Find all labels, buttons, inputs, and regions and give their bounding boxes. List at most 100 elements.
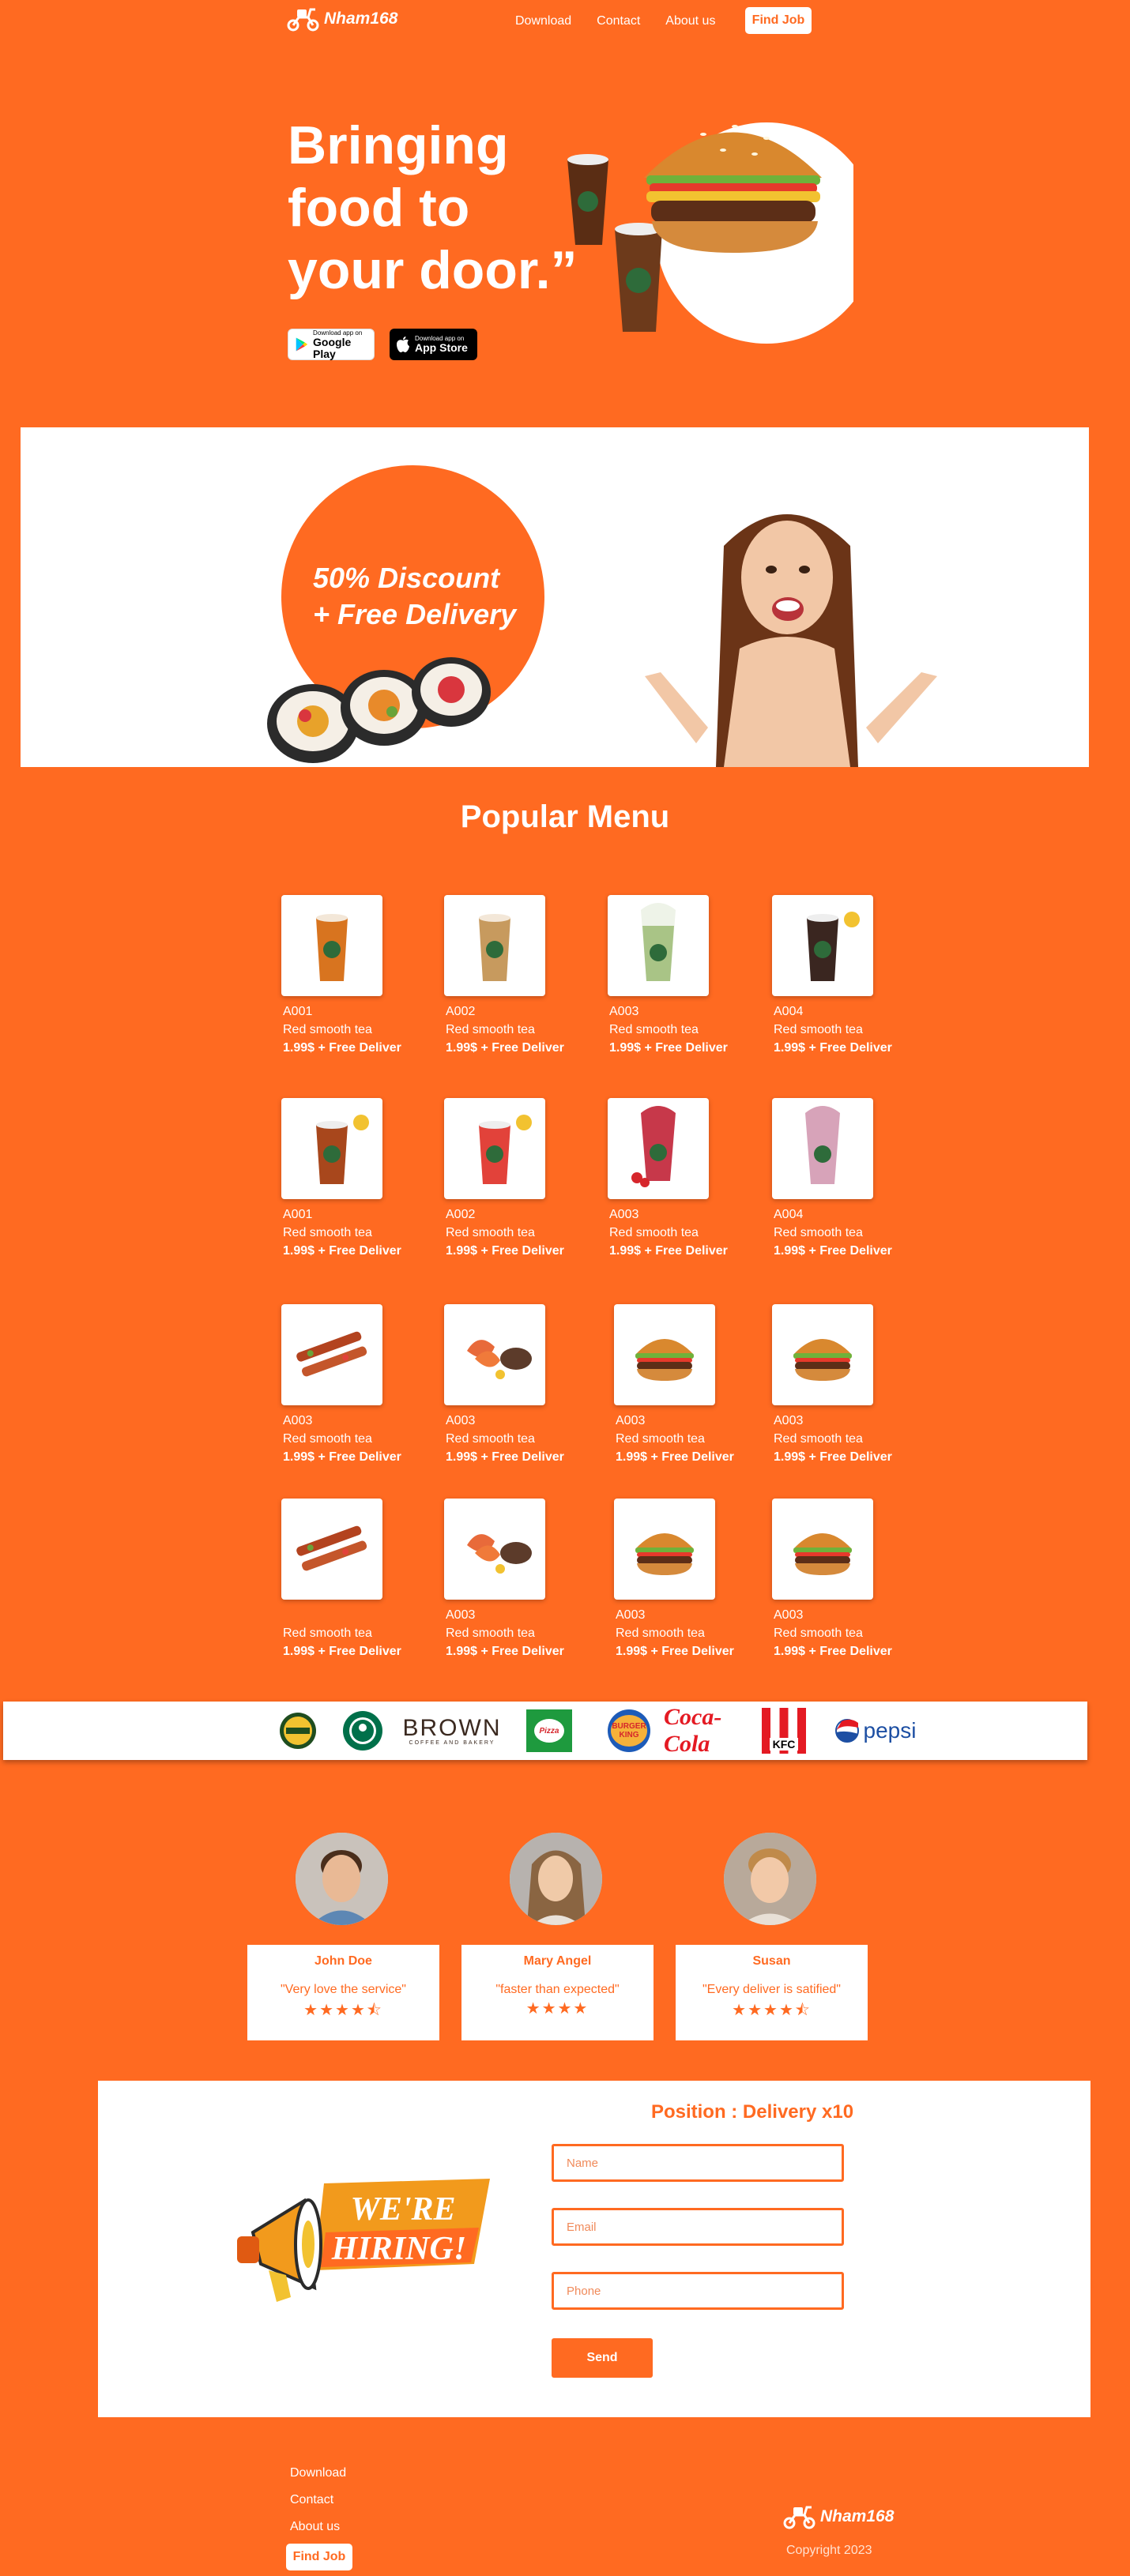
menu-item-name: Red smooth tea: [774, 1023, 863, 1036]
menu-item[interactable]: A001 Red smooth tea 1.99$ + Free Deliver: [281, 1098, 439, 1260]
brand-logo[interactable]: Nham168: [286, 5, 397, 33]
menu-item[interactable]: A003 Red smooth tea 1.99$ + Free Deliver: [608, 1098, 766, 1260]
hero-title-line: your door.”: [288, 240, 578, 300]
menu-item[interactable]: A003 Red smooth tea 1.99$ + Free Deliver: [444, 1499, 602, 1660]
star-rating-icon: ★★★★⯪: [732, 2002, 812, 2019]
promo-text: 50% Discount + Free Delivery: [313, 560, 516, 633]
coca-cola-logo[interactable]: Coca-Cola: [664, 1704, 751, 1757]
kfc-label: KFC: [769, 1738, 799, 1751]
aroma-amigos-logo[interactable]: [278, 1708, 318, 1754]
nav-contact[interactable]: Contact: [597, 14, 640, 28]
brand-logos-strip: BROWN COFFEE AND BAKERY Pizza BURGER KIN…: [3, 1702, 1087, 1760]
menu-item-image[interactable]: [281, 1304, 382, 1405]
bk-label: BURGER: [612, 1722, 646, 1731]
menu-item[interactable]: A003 Red smooth tea 1.99$ + Free Deliver: [772, 1499, 930, 1660]
menu-item-image[interactable]: [772, 895, 873, 996]
hero-burger-drinks-image: [567, 122, 853, 344]
skewers-icon: [296, 1525, 367, 1571]
iced-tea-green-icon: [641, 903, 676, 981]
brown-logo[interactable]: BROWN COFFEE AND BAKERY: [403, 1708, 500, 1754]
menu-item[interactable]: A003 Red smooth tea 1.99$ + Free Deliver: [614, 1304, 772, 1466]
menu-item-image[interactable]: [444, 1098, 545, 1199]
menu-item-image[interactable]: [772, 1098, 873, 1199]
promo-banner[interactable]: 50% Discount + Free Delivery: [21, 427, 1089, 767]
burger-king-logo[interactable]: BURGER KING: [607, 1708, 651, 1754]
footer-brand-logo[interactable]: Nham168: [782, 2503, 894, 2531]
menu-item-price: 1.99$ + Free Deliver: [283, 1450, 401, 1464]
pepsi-logo[interactable]: pepsi: [831, 1708, 920, 1754]
smoothie-pink-icon: [805, 1106, 840, 1184]
menu-item-code: A002: [446, 1005, 476, 1018]
menu-item-text: A003 Red smooth tea 1.99$ + Free Deliver: [281, 1412, 439, 1466]
menu-item-image[interactable]: [772, 1304, 873, 1405]
menu-item-image[interactable]: [614, 1499, 715, 1600]
top-nav: Nham168 Download Contact About us Find J…: [0, 0, 1130, 43]
footer-link-about[interactable]: About us: [290, 2514, 346, 2540]
footer-links: Download Contact About us: [290, 2460, 346, 2540]
menu-item-code: A001: [283, 1208, 313, 1221]
menu-item[interactable]: A004 Red smooth tea 1.99$ + Free Deliver: [772, 1098, 930, 1260]
menu-item-text: Red smooth tea 1.99$ + Free Deliver: [281, 1606, 439, 1660]
menu-item[interactable]: A002 Red smooth tea 1.99$ + Free Deliver: [444, 895, 602, 1057]
footer-find-job-button[interactable]: Find Job: [286, 2544, 352, 2570]
send-button[interactable]: Send: [552, 2338, 653, 2378]
menu-item[interactable]: A003 Red smooth tea 1.99$ + Free Deliver: [444, 1304, 602, 1466]
menu-item-image[interactable]: [444, 1304, 545, 1405]
pizza-company-logo[interactable]: Pizza: [525, 1708, 574, 1754]
menu-item[interactable]: A001 Red smooth tea 1.99$ + Free Deliver: [281, 895, 439, 1057]
scooter-icon: [783, 2506, 815, 2529]
menu-item-name: Red smooth tea: [616, 1626, 705, 1640]
menu-item-image[interactable]: [281, 895, 382, 996]
menu-item-text: A001 Red smooth tea 1.99$ + Free Deliver: [281, 1002, 439, 1057]
menu-item-image[interactable]: [444, 895, 545, 996]
menu-item-image[interactable]: [281, 1098, 382, 1199]
hiring-section: WE'RE HIRING! Position : Delivery x10 Se…: [98, 2081, 1090, 2417]
starbucks-logo[interactable]: [341, 1708, 384, 1754]
menu-item-price: 1.99$ + Free Deliver: [774, 1041, 892, 1055]
menu-item[interactable]: A002 Red smooth tea 1.99$ + Free Deliver: [444, 1098, 602, 1260]
menu-item-name: Red smooth tea: [774, 1626, 863, 1640]
menu-item[interactable]: A003 Red smooth tea 1.99$ + Free Deliver: [614, 1499, 772, 1660]
iced-tea-red-icon: [479, 1115, 532, 1184]
menu-item-text: A001 Red smooth tea 1.99$ + Free Deliver: [281, 1205, 439, 1260]
menu-item-code: A003: [616, 1608, 646, 1622]
email-field[interactable]: [552, 2208, 844, 2246]
menu-item-price: 1.99$ + Free Deliver: [774, 1244, 892, 1258]
smoothie-strawberry-icon: [631, 1106, 676, 1187]
app-store-button[interactable]: Download app on App Store: [390, 329, 477, 360]
menu-item-name: Red smooth tea: [283, 1023, 372, 1036]
coca-cola-label: Coca-Cola: [664, 1704, 722, 1757]
menu-item-text: A003 Red smooth tea 1.99$ + Free Deliver: [608, 1002, 766, 1057]
name-field[interactable]: [552, 2144, 844, 2182]
menu-item[interactable]: Red smooth tea 1.99$ + Free Deliver: [281, 1499, 439, 1660]
footer-link-download[interactable]: Download: [290, 2460, 346, 2487]
menu-item-image[interactable]: [444, 1499, 545, 1600]
menu-item-image[interactable]: [608, 895, 709, 996]
menu-item[interactable]: A004 Red smooth tea 1.99$ + Free Deliver: [772, 895, 930, 1057]
menu-item[interactable]: A003 Red smooth tea 1.99$ + Free Deliver: [772, 1304, 930, 1466]
kfc-logo[interactable]: KFC: [760, 1708, 808, 1754]
menu-item-text: A002 Red smooth tea 1.99$ + Free Deliver: [444, 1205, 602, 1260]
menu-item-image[interactable]: [772, 1499, 873, 1600]
menu-item-text: A003 Red smooth tea 1.99$ + Free Deliver: [614, 1606, 772, 1660]
avatar: [296, 1833, 388, 1925]
menu-item-text: A003 Red smooth tea 1.99$ + Free Deliver: [772, 1606, 930, 1660]
menu-item-image[interactable]: [608, 1098, 709, 1199]
menu-item[interactable]: A003 Red smooth tea 1.99$ + Free Deliver: [281, 1304, 439, 1466]
nav-download[interactable]: Download: [515, 14, 571, 28]
menu-item-image[interactable]: [281, 1499, 382, 1600]
phone-field[interactable]: [552, 2272, 844, 2310]
nav-about[interactable]: About us: [665, 14, 715, 28]
iced-tea-caramel-icon: [479, 914, 510, 981]
menu-item[interactable]: A003 Red smooth tea 1.99$ + Free Deliver: [608, 895, 766, 1057]
find-job-button[interactable]: Find Job: [745, 7, 812, 34]
menu-item-code: A003: [446, 1414, 476, 1427]
google-play-button[interactable]: Download app on Google Play: [288, 329, 375, 360]
menu-item-image[interactable]: [614, 1304, 715, 1405]
menu-item-code: A003: [446, 1608, 476, 1622]
menu-item-code: A003: [774, 1608, 804, 1622]
footer-link-contact[interactable]: Contact: [290, 2487, 346, 2514]
copyright-text: Copyright 2023: [786, 2544, 872, 2557]
testimonial-name: John Doe: [315, 1954, 372, 1968]
menu-item-price: 1.99$ + Free Deliver: [609, 1041, 728, 1055]
